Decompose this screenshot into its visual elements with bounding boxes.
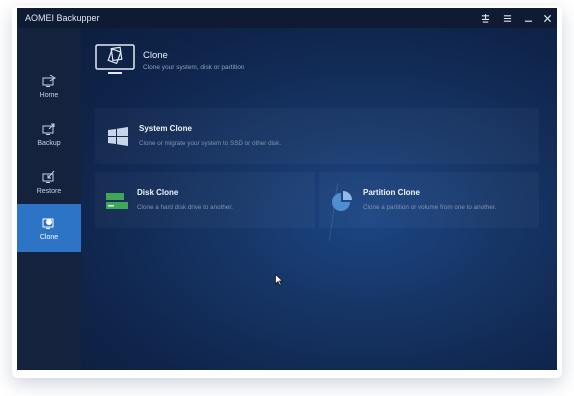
windows-icon (108, 127, 128, 146)
sidebar: Home Backup Restore Clone (17, 28, 81, 370)
page-header: Clone Clone your system, disk or partiti… (95, 44, 515, 84)
disk-clone-option[interactable]: Disk Clone Clone a hard disk drive to an… (95, 172, 315, 228)
sidebar-item-label: Restore (36, 187, 62, 195)
clone-monitor-icon (95, 44, 135, 74)
disk-icon (106, 193, 128, 209)
close-icon (543, 14, 551, 22)
list-button[interactable] (498, 10, 516, 26)
partition-clone-title: Partition Clone (363, 188, 420, 197)
main-content: Clone Clone your system, disk or partiti… (81, 28, 557, 370)
sidebar-item-home[interactable]: Home (17, 62, 81, 110)
clone-icon (42, 218, 54, 229)
window-title: AOMEI Backupper (25, 13, 100, 23)
system-clone-title: System Clone (139, 124, 192, 133)
page-title: Clone (143, 50, 168, 61)
sidebar-item-clone[interactable]: Clone (17, 204, 81, 252)
restore-icon (42, 170, 55, 183)
home-icon (42, 74, 56, 87)
sidebar-item-label: Home (39, 91, 59, 99)
system-clone-desc: Clone or migrate your system to SSD or o… (139, 140, 282, 147)
partition-clone-desc: Clone a partition or volume from one to … (363, 204, 497, 211)
minimize-icon (524, 20, 532, 22)
backup-icon (42, 123, 55, 135)
partition-icon (332, 191, 352, 211)
page-subtitle: Clone your system, disk or partition (143, 64, 245, 71)
menu-icon (481, 13, 489, 23)
sidebar-item-backup[interactable]: Backup (17, 110, 81, 158)
list-icon (503, 14, 511, 22)
minimize-button[interactable] (519, 10, 537, 26)
disk-clone-title: Disk Clone (137, 188, 179, 197)
title-bar: AOMEI Backupper (17, 8, 557, 28)
sidebar-item-label: Backup (37, 139, 61, 147)
mouse-cursor-icon (275, 274, 283, 286)
disk-clone-desc: Clone a hard disk drive to another. (137, 204, 233, 211)
menu-button[interactable] (476, 10, 494, 26)
system-clone-option[interactable]: System Clone Clone or migrate your syste… (95, 108, 539, 164)
app-window: AOMEI Backupper Home Backup Restore Clon… (17, 8, 557, 370)
sidebar-item-restore[interactable]: Restore (17, 158, 81, 206)
sidebar-item-label: Clone (39, 233, 59, 241)
close-button[interactable] (538, 10, 556, 26)
partition-clone-option[interactable]: Partition Clone Clone a partition or vol… (319, 172, 539, 228)
